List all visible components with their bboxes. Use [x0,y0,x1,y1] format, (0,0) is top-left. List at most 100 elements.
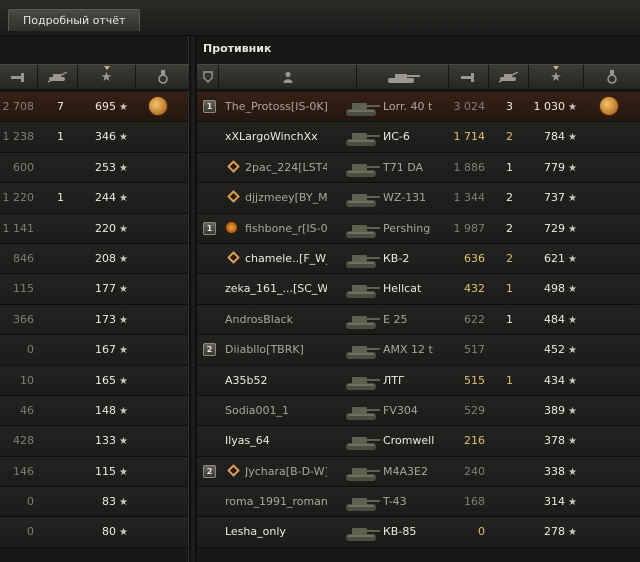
enemy-score-value: 784 [544,130,566,144]
medals-column-header[interactable] [136,65,189,89]
enemy-row[interactable]: 2 Diiabllo[TBRK] AMX 12 t 517 452 ★ [197,335,640,366]
enemy-score-value: 1 030 [533,100,566,113]
enemy-score-value: 278 [544,525,566,539]
enemy-row[interactable]: A35b52 ЛТГ 515 1 434 ★ [197,365,640,396]
ally-kills-value [40,457,64,486]
star-icon: ★ [568,466,577,478]
tank-icon [343,125,381,149]
ally-score: 253 ★ [70,153,128,182]
ally-row[interactable]: 46 148 ★ [0,395,188,427]
ally-rows: 2 708 7 695 ★ 1 238 1 346 ★ 600 253 ★ 1 220 1 244 ★ 1 1… [0,92,188,548]
platoon-column-header[interactable] [197,65,219,89]
enemy-row[interactable]: AndrosBlack E 25 622 1 484 ★ [197,304,640,336]
ally-xp-value: 146 [13,464,34,478]
enemy-score: 389 ★ [519,396,577,425]
enemy-score-value: 498 [544,282,566,296]
ally-kills-value [40,366,64,395]
enemy-score: 1 030 ★ [519,92,577,121]
ally-score: 165 ★ [70,366,128,395]
ally-xp-value: 366 [13,312,34,326]
ally-score-value: 148 [95,403,117,417]
enemy-row[interactable]: Lesha_only КВ-85 0 278 ★ [197,517,640,548]
enemy-xp-value: 529 [464,403,485,417]
enemy-row[interactable]: xXLargoWinchXx ИС-6 1 714 2 784 ★ [197,122,640,153]
enemy-score-value: 779 [544,160,566,174]
ally-row[interactable]: 0 167 ★ [0,335,188,366]
enemy-xp-value: 622 [464,312,485,326]
ally-kills-value [40,426,64,455]
enemy-kills-value [489,335,513,364]
enemy-kills-value [489,457,513,486]
damage-icon [460,73,474,82]
ally-row[interactable]: 600 253 ★ [0,152,188,184]
tank-icon [343,429,381,453]
enemy-score-value: 484 [544,312,566,326]
ally-row[interactable]: 2 708 7 695 ★ [0,92,188,123]
enemy-xp-value: 3 024 [453,100,486,113]
ally-row[interactable]: 428 133 ★ [0,426,188,457]
vehicle-column-header[interactable] [357,65,449,89]
tank-icon [343,490,381,514]
ally-row[interactable]: 115 177 ★ [0,274,188,305]
enemy-xp-value: 1 714 [453,130,486,144]
ally-score-value: 346 [95,130,117,144]
enemy-damage-column-header[interactable] [449,65,489,89]
star-icon: ★ [568,436,577,448]
enemy-kills-value: 2 [506,191,513,205]
star-icon: ★ [568,132,577,144]
enemy-kills-value: 2 [506,221,513,235]
enemy-row[interactable]: roma_1991_romane.. T-43 168 314★ [197,487,640,518]
enemy-score: 278 ★ [519,517,577,546]
tank-icon [343,186,381,210]
ally-kills-value [40,517,64,546]
vehicle-name: КВ-85 [383,525,417,539]
ally-xp-value: 46 [20,403,34,417]
enemy-score-value: 737 [544,191,566,205]
enemy-row[interactable]: 2pac_224[LST48] T71 DA 1 886 1 779★ [197,152,640,184]
ally-row[interactable]: 10 165 ★ [0,365,188,396]
kills-column-header[interactable] [38,65,78,89]
player-name: djjzmeey[BY_MK] [245,191,327,205]
enemy-row[interactable]: chamele..[F_W_K] КВ-2 636 2 621★ [197,243,640,275]
enemy-xp-value: 168 [464,495,485,509]
score-column-header[interactable]: ★ [78,65,136,89]
ally-score: 208 ★ [70,244,128,273]
tank-icon [343,95,381,119]
detailed-report-tab[interactable]: Подробный отчёт [8,9,141,31]
ally-xp-value: 115 [13,282,34,296]
star-icon: ★ [568,375,577,387]
ally-xp-value: 0 [27,495,34,509]
ally-xp-value: 1 220 [2,191,35,205]
enemy-row[interactable]: 1 The_Protoss[IS-0K] Lorr. 40 t 3 024 3 1 030… [197,92,640,123]
star-icon: ★ [119,436,128,448]
ally-score-value: 133 [95,434,117,448]
ally-kills-value [40,244,64,273]
ally-row[interactable]: 366 173 ★ [0,304,188,336]
enemy-medals-column-header[interactable] [584,65,640,89]
ally-row[interactable]: 146 115 ★ [0,456,188,488]
enemy-row[interactable]: zeka_161_...[SC_WW] Hellcat 432 1 498★ [197,274,640,305]
enemy-score-value: 452 [544,343,566,357]
ally-xp-value: 0 [27,343,34,357]
enemy-row[interactable]: 2 Jychara[B-D-W] M4A3E2 240 338 ★ [197,456,640,488]
enemy-score: 784 ★ [519,122,577,151]
enemy-score-column-header[interactable]: ★ [529,65,584,89]
enemy-kills-column-header[interactable] [489,65,529,89]
vehicle-icon [387,74,420,83]
ally-row[interactable]: 1 141 220 ★ [0,213,188,244]
enemy-kills-value [489,487,513,516]
enemy-row[interactable]: djjzmeey[BY_MK] WZ-131 1 344 2 737★ [197,183,640,214]
ally-row[interactable]: 1 238 1 346 ★ [0,122,188,153]
ally-score: 177 ★ [70,274,128,303]
enemy-row[interactable]: Sodia001_1 FV304 529 389 ★ [197,395,640,427]
enemy-row[interactable]: Ilyas_64 Cromwell 216 378 ★ [197,426,640,457]
ally-row[interactable]: 846 208 ★ [0,243,188,275]
player-column-header[interactable] [219,65,357,89]
ally-row[interactable]: 0 83 ★ [0,487,188,518]
damage-column-header[interactable] [0,65,38,89]
ally-row[interactable]: 1 220 1 244 ★ [0,183,188,214]
star-icon: ★ [119,405,128,417]
enemy-score: 338 ★ [519,457,577,486]
ally-row[interactable]: 0 80 ★ [0,517,188,548]
enemy-row[interactable]: 1 fishbone_r[IS-0K] Pershing 1 987 2 729★ [197,213,640,244]
